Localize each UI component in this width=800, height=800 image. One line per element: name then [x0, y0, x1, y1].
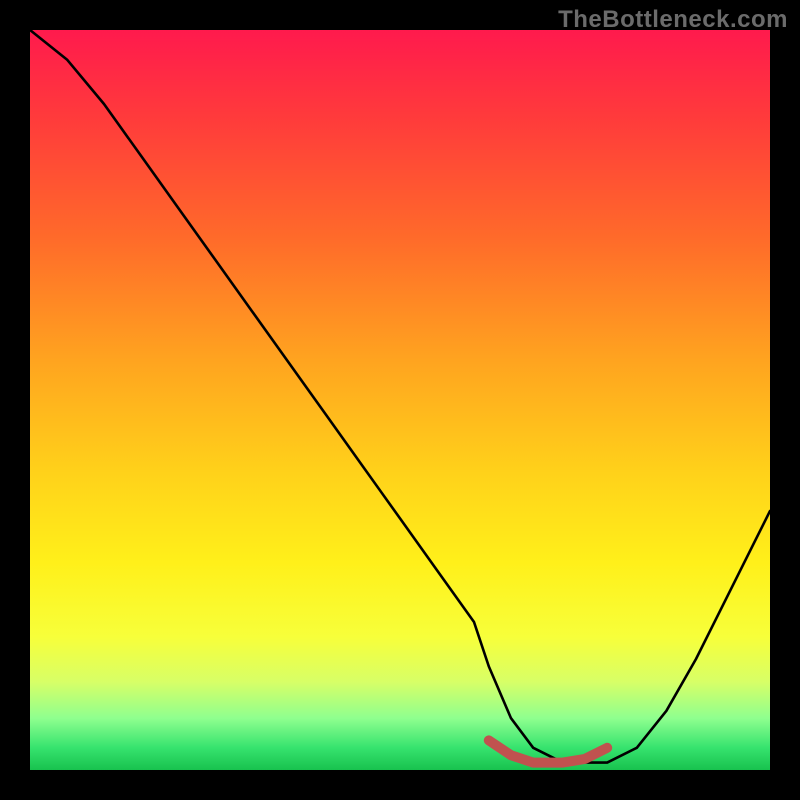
- plot-area: [30, 30, 770, 770]
- watermark: TheBottleneck.com: [558, 6, 788, 34]
- bottleneck-curve: [30, 30, 770, 763]
- chart-svg: [30, 30, 770, 770]
- chart-frame: TheBottleneck.com: [0, 0, 800, 800]
- optimal-band: [489, 740, 607, 762]
